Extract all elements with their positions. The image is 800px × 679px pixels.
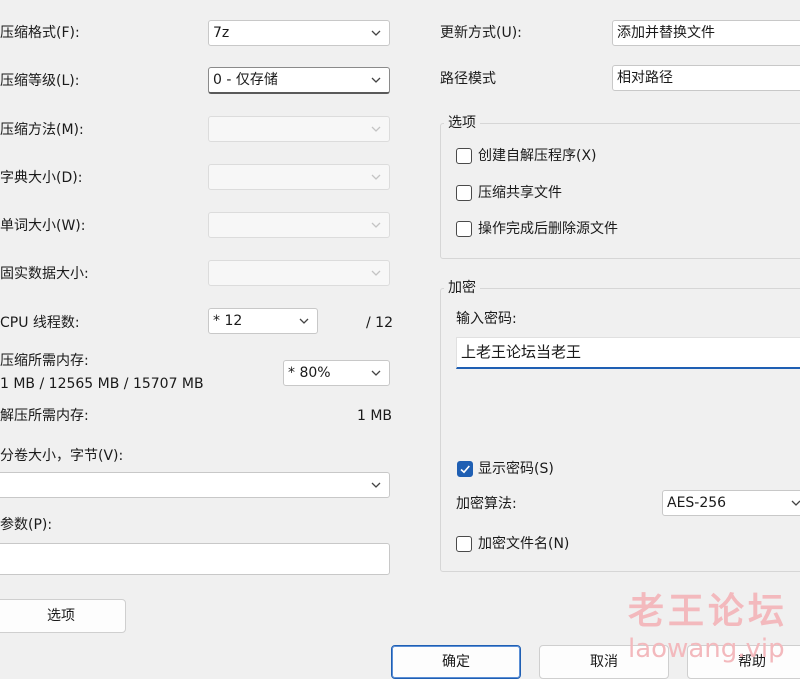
chevron-down-icon bbox=[369, 266, 383, 280]
level-value: 0 - 仅存储 bbox=[213, 72, 278, 88]
chevron-down-icon bbox=[789, 496, 800, 510]
path-value: 相对路径 bbox=[617, 70, 673, 86]
word-combo[interactable] bbox=[208, 212, 390, 238]
params-label: 参数(P): bbox=[0, 517, 53, 533]
path-label: 路径模式 bbox=[440, 71, 496, 87]
mem-percent-value: * 80% bbox=[288, 365, 331, 381]
mem-compress-info: 1 MB / 12565 MB / 15707 MB bbox=[0, 376, 204, 392]
enc-method-combo[interactable]: AES-256 bbox=[662, 490, 800, 516]
show-password-checkbox[interactable] bbox=[457, 461, 473, 477]
checkmark-icon bbox=[460, 465, 470, 474]
shared-label: 压缩共享文件 bbox=[478, 185, 562, 201]
mem-decompress-value: 1 MB bbox=[357, 408, 393, 424]
delete-checkbox[interactable] bbox=[456, 221, 472, 237]
options-button-label: 选项 bbox=[47, 608, 75, 624]
chevron-down-icon bbox=[297, 314, 311, 328]
options-button[interactable]: 选项 bbox=[0, 599, 126, 633]
dict-combo[interactable] bbox=[208, 164, 390, 190]
threads-combo[interactable]: * 12 bbox=[208, 308, 318, 334]
format-label: 压缩格式(F): bbox=[0, 25, 80, 41]
solid-label: 固实数据大小: bbox=[0, 266, 89, 282]
mem-decompress-label: 解压所需内存: bbox=[0, 408, 89, 424]
encrypt-names-checkbox[interactable] bbox=[456, 536, 472, 552]
enc-method-value: AES-256 bbox=[667, 495, 727, 511]
mem-compress-label: 压缩所需内存: bbox=[0, 353, 89, 369]
chevron-down-icon bbox=[369, 122, 383, 136]
password-label: 输入密码: bbox=[456, 311, 517, 327]
path-combo[interactable]: 相对路径 bbox=[612, 65, 800, 91]
update-label: 更新方式(U): bbox=[440, 25, 522, 41]
cancel-button-label: 取消 bbox=[590, 654, 618, 670]
watermark-logo-text: 老王论坛 bbox=[628, 591, 789, 632]
volume-label: 分卷大小，字节(V): bbox=[0, 448, 124, 464]
chevron-down-icon bbox=[369, 218, 383, 232]
watermark-url-text: laowang.vip bbox=[628, 634, 785, 664]
mem-percent-combo[interactable]: * 80% bbox=[283, 360, 390, 386]
method-combo[interactable] bbox=[208, 116, 390, 142]
level-label: 压缩等级(L): bbox=[0, 73, 80, 89]
chevron-down-icon bbox=[369, 366, 383, 380]
chevron-down-icon bbox=[369, 73, 383, 87]
volume-combo[interactable] bbox=[0, 472, 390, 498]
format-value: 7z bbox=[213, 25, 230, 41]
password-input[interactable]: 上老王论坛当老王 bbox=[456, 337, 800, 369]
sfx-checkbox[interactable] bbox=[456, 148, 472, 164]
chevron-down-icon bbox=[369, 478, 383, 492]
threads-max: / 12 bbox=[366, 315, 393, 331]
show-password-label: 显示密码(S) bbox=[478, 461, 554, 477]
encrypt-names-label: 加密文件名(N) bbox=[478, 536, 570, 552]
level-combo[interactable]: 0 - 仅存储 bbox=[208, 67, 390, 94]
dict-label: 字典大小(D): bbox=[0, 170, 83, 186]
update-combo[interactable]: 添加并替换文件 bbox=[612, 20, 800, 46]
encryption-group-title: 加密 bbox=[444, 279, 480, 297]
ok-button-label: 确定 bbox=[442, 654, 470, 670]
shared-checkbox[interactable] bbox=[456, 185, 472, 201]
sfx-label: 创建自解压程序(X) bbox=[478, 148, 597, 164]
format-combo[interactable]: 7z bbox=[208, 20, 390, 46]
delete-label: 操作完成后删除源文件 bbox=[478, 221, 618, 237]
options-group-title: 选项 bbox=[444, 114, 480, 132]
password-value: 上老王论坛当老王 bbox=[461, 343, 582, 361]
encryption-group bbox=[440, 288, 800, 572]
threads-label: CPU 线程数: bbox=[0, 315, 80, 331]
method-label: 压缩方法(M): bbox=[0, 122, 84, 138]
word-label: 单词大小(W): bbox=[0, 218, 86, 234]
update-value: 添加并替换文件 bbox=[617, 25, 715, 41]
enc-method-label: 加密算法: bbox=[456, 496, 517, 512]
params-input[interactable] bbox=[0, 543, 390, 575]
threads-value: * 12 bbox=[213, 313, 243, 329]
chevron-down-icon bbox=[369, 26, 383, 40]
solid-combo[interactable] bbox=[208, 260, 390, 286]
chevron-down-icon bbox=[369, 170, 383, 184]
